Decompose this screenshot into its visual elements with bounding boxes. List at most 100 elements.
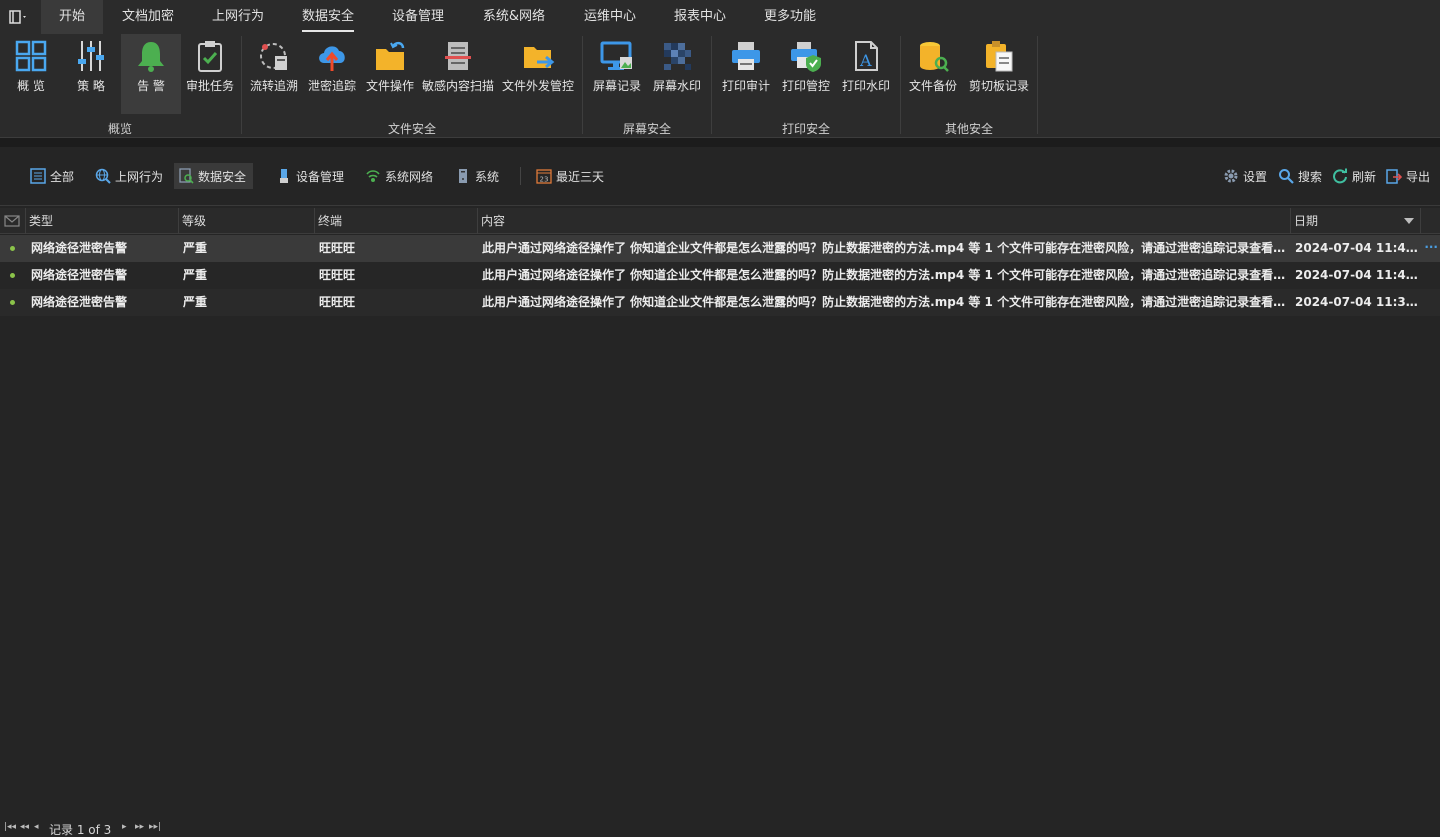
search-icon (1278, 168, 1294, 184)
gear-icon (1223, 168, 1239, 184)
more-icon[interactable]: ··· (1424, 235, 1438, 260)
sensitive-scan-button[interactable]: 敏感内容扫描 (420, 34, 496, 114)
status-dot (10, 273, 15, 278)
export-button[interactable]: 导出 (1382, 163, 1437, 189)
grid-icon (14, 39, 48, 73)
column-header-date[interactable]: 日期 (1291, 208, 1421, 234)
print-audit-button[interactable]: 打印审计 (718, 34, 774, 114)
tab-device-management[interactable]: 设备管理 (382, 0, 454, 34)
alarm-button[interactable]: 告 警 (121, 34, 181, 114)
tab-web-behavior[interactable]: 上网行为 (202, 0, 274, 34)
search-button[interactable]: 搜索 (1274, 163, 1329, 189)
approval-task-button[interactable]: 审批任务 (182, 34, 238, 114)
filter-device-management[interactable]: 设备管理 (272, 163, 351, 189)
calendar-icon: 23 (536, 168, 552, 184)
divider-strip (0, 138, 1440, 147)
next-page-group-icon[interactable]: ▸▸ (135, 822, 144, 832)
table-row[interactable]: 网络途径泄密告警 严重 旺旺旺 此用户通过网络途径操作了 你知道企业文件都是怎么… (0, 235, 1440, 262)
group-separator (1037, 36, 1038, 134)
first-page-icon[interactable]: |◂◂ (4, 822, 16, 832)
ribbon: 概 览 策 略 告 警 审批任务 概览 流转追溯 泄密追踪 文件操作 敏感内容扫… (0, 34, 1440, 138)
filter-data-security[interactable]: 数据安全 (174, 163, 254, 189)
leak-trace-button[interactable]: 泄密追踪 (304, 34, 360, 114)
clipboard-check-icon (193, 39, 227, 73)
overview-button[interactable]: 概 览 (6, 34, 56, 114)
tab-data-security[interactable]: 数据安全 (292, 0, 364, 34)
monitor-icon (600, 39, 634, 73)
tab-start[interactable]: 开始 (41, 0, 103, 34)
mail-icon[interactable] (0, 208, 26, 234)
settings-button[interactable]: 设置 (1219, 163, 1274, 189)
grid-header: 类型 等级 终端 内容 日期 (0, 208, 1440, 234)
svg-text:A: A (859, 51, 872, 70)
tab-doc-encrypt[interactable]: 文档加密 (112, 0, 184, 34)
group-label-other-security: 其他安全 (944, 122, 993, 136)
database-icon (916, 39, 950, 73)
filter-web-behavior[interactable]: 上网行为 (91, 163, 170, 189)
doc-search-icon (178, 168, 194, 184)
list-icon (30, 168, 46, 184)
tab-ops-center[interactable]: 运维中心 (574, 0, 646, 34)
filter-system-network[interactable]: 系统网络 (361, 163, 440, 189)
status-dot (10, 246, 15, 251)
filter-system[interactable]: 系统 (451, 163, 506, 189)
printer-shield-icon (789, 39, 823, 73)
tab-system-network[interactable]: 系统&网络 (472, 0, 556, 34)
network-icon (365, 168, 381, 184)
tower-icon (455, 168, 471, 184)
tab-more-features[interactable]: 更多功能 (754, 0, 826, 34)
next-page-icon[interactable]: ▸ (122, 822, 127, 832)
clipboard-record-button[interactable]: 剪切板记录 (966, 34, 1032, 114)
group-label-file-security: 文件安全 (387, 122, 436, 136)
column-header-content[interactable]: 内容 (478, 208, 1291, 234)
column-header-level[interactable]: 等级 (179, 208, 315, 234)
status-dot (10, 300, 15, 305)
usb-icon (276, 168, 292, 184)
filter-bar: 全部 上网行为 数据安全 设备管理 系统网络 系统 23 最近三天 设置 搜索 … (0, 147, 1440, 206)
prev-page-group-icon[interactable]: ◂◂ (20, 822, 29, 832)
refresh-button[interactable]: 刷新 (1328, 163, 1383, 189)
doc-a-icon: A (849, 39, 883, 73)
menu-bar: 开始 文档加密 上网行为 数据安全 设备管理 系统&网络 运维中心 报表中心 更… (0, 0, 1440, 34)
filter-separator (520, 167, 521, 185)
file-backup-button[interactable]: 文件备份 (905, 34, 961, 114)
policy-button[interactable]: 策 略 (64, 34, 118, 114)
table-row[interactable]: 网络途径泄密告警 严重 旺旺旺 此用户通过网络途径操作了 你知道企业文件都是怎么… (0, 262, 1440, 289)
scan-doc-icon (441, 39, 475, 73)
column-header-type[interactable]: 类型 (26, 208, 179, 234)
group-label-screen-security: 屏幕安全 (622, 122, 671, 136)
folder-send-icon (521, 39, 555, 73)
folder-icon (373, 39, 407, 73)
sort-descending-icon (1404, 218, 1414, 224)
refresh-icon (1332, 168, 1348, 184)
group-label-overview: 概览 (107, 122, 132, 136)
filter-recent-three-days[interactable]: 23 最近三天 (532, 163, 611, 189)
tab-report-center[interactable]: 报表中心 (664, 0, 736, 34)
print-watermark-button[interactable]: A 打印水印 (838, 34, 894, 114)
last-page-icon[interactable]: ▸▸| (149, 822, 161, 832)
filter-all[interactable]: 全部 (26, 163, 81, 189)
column-header-terminal[interactable]: 终端 (315, 208, 478, 234)
trace-icon (257, 39, 291, 73)
file-operation-button[interactable]: 文件操作 (363, 34, 417, 114)
cloud-upload-icon (315, 39, 349, 73)
export-icon (1386, 168, 1403, 184)
screen-watermark-button[interactable]: 屏幕水印 (650, 34, 704, 114)
svg-text:23: 23 (540, 176, 549, 184)
record-counter: 记录 1 of 3 (49, 823, 112, 837)
printer-icon (729, 39, 763, 73)
print-control-button[interactable]: 打印管控 (778, 34, 834, 114)
globe-search-icon (95, 168, 111, 184)
bell-icon (134, 39, 168, 73)
menu-icon[interactable] (4, 4, 34, 30)
prev-page-icon[interactable]: ◂ (34, 822, 39, 832)
clipboard-icon (982, 39, 1016, 73)
screen-record-button[interactable]: 屏幕记录 (590, 34, 644, 114)
table-row[interactable]: 网络途径泄密告警 严重 旺旺旺 此用户通过网络途径操作了 你知道企业文件都是怎么… (0, 289, 1440, 316)
flow-trace-button[interactable]: 流转追溯 (245, 34, 303, 114)
status-bar: |◂◂ ◂◂ ◂ 记录 1 of 3 ▸ ▸▸ ▸▸| (0, 820, 1440, 837)
mosaic-icon (660, 39, 694, 73)
file-outbound-control-button[interactable]: 文件外发管控 (500, 34, 576, 114)
group-label-print-security: 打印安全 (781, 122, 830, 136)
sliders-icon (74, 39, 108, 73)
